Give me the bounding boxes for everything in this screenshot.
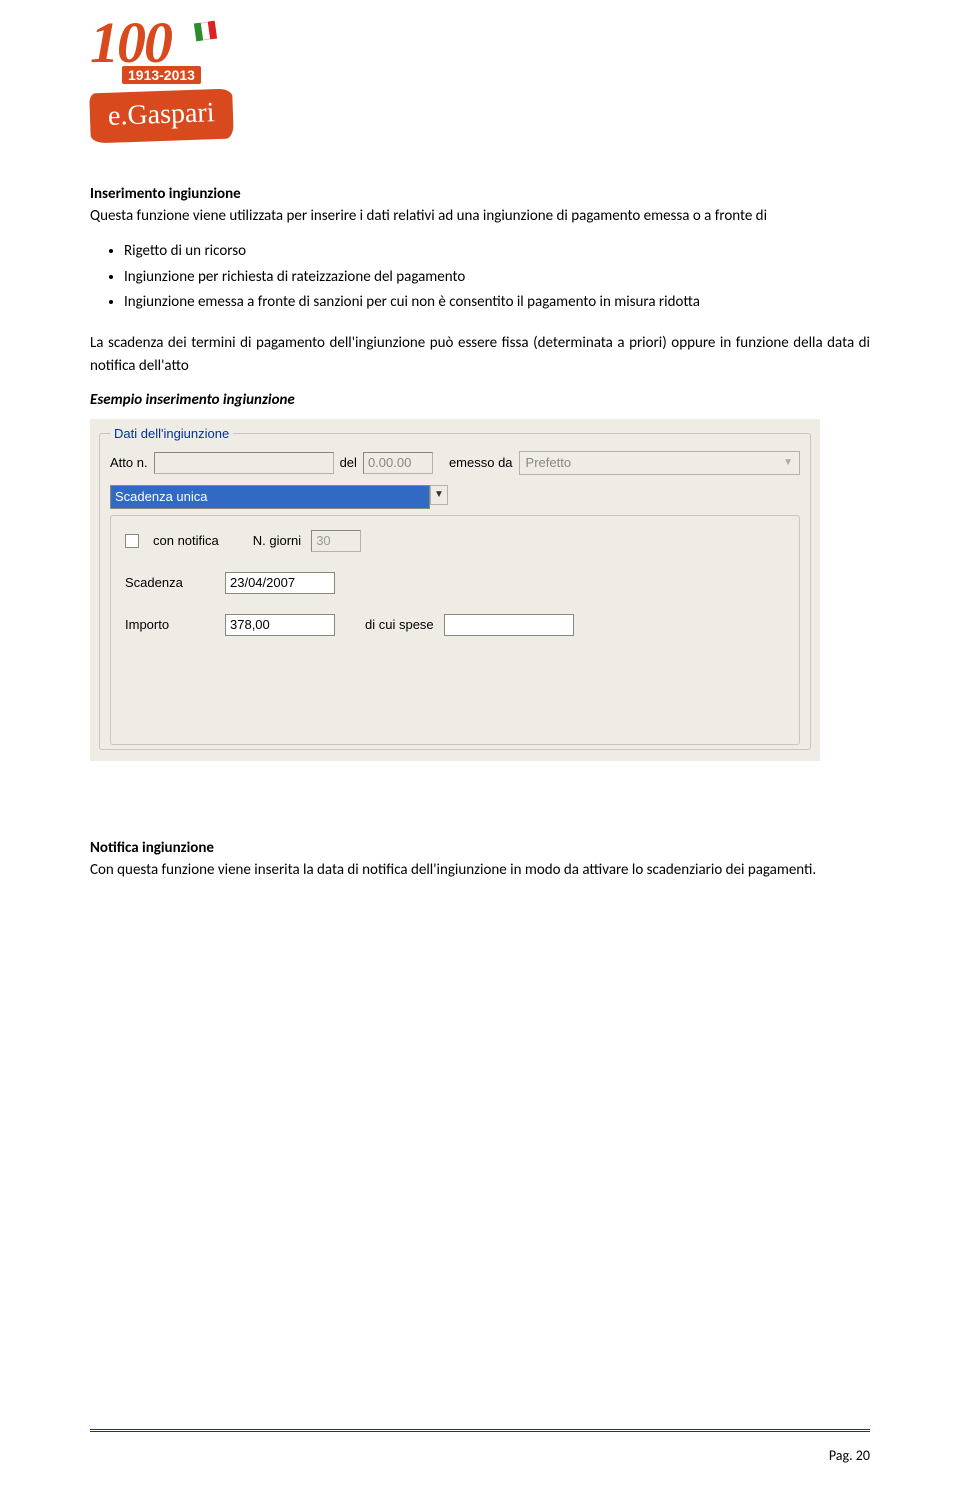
del-input[interactable]: 0.00.00: [363, 452, 433, 474]
con-notifica-label: con notifica: [153, 533, 219, 548]
section-title-inserimento: Inserimento ingiunzione: [90, 185, 870, 203]
fieldset-dati-ingiunzione: Dati dell'ingiunzione Atto n. del 0.00.0…: [99, 426, 811, 750]
logo-years: 1913-2013: [122, 66, 201, 84]
scadenza-input[interactable]: 23/04/2007: [225, 572, 335, 594]
fieldset-legend: Dati dell'ingiunzione: [110, 426, 233, 441]
chevron-down-icon: ▼: [783, 457, 793, 468]
page-number: Pag. 20: [829, 1447, 870, 1464]
emesso-select[interactable]: Prefetto ▼: [519, 451, 800, 475]
atto-input[interactable]: [154, 452, 334, 474]
emesso-value: Prefetto: [526, 455, 572, 470]
footer-divider: [90, 1429, 870, 1432]
importo-input[interactable]: 378,00: [225, 614, 335, 636]
list-item: Ingiunzione per richiesta di rateizzazio…: [124, 266, 870, 289]
section1-p2: La scadenza dei termini di pagamento del…: [90, 332, 870, 379]
example-heading: Esempio inserimento ingiunzione: [90, 391, 870, 409]
flag-icon: [194, 21, 217, 42]
importo-label: Importo: [125, 617, 215, 632]
ngiorni-input[interactable]: 30: [311, 530, 361, 552]
logo-brand: e.Gaspari: [89, 89, 233, 144]
spese-input[interactable]: [444, 614, 574, 636]
list-item: Ingiunzione emessa a fronte di sanzioni …: [124, 291, 870, 314]
del-label: del: [340, 455, 357, 470]
atto-label: Atto n.: [110, 455, 148, 470]
logo-number: 100: [90, 20, 250, 66]
list-item: Rigetto di un ricorso: [124, 240, 870, 263]
ngiorni-label: N. giorni: [253, 533, 301, 548]
section1-p1: Questa funzione viene utilizzata per ins…: [90, 205, 870, 228]
scadenza-type-value: Scadenza unica: [115, 489, 208, 504]
spese-label: di cui spese: [365, 617, 434, 632]
scadenza-type-select[interactable]: Scadenza unica: [110, 485, 430, 509]
bullet-list: Rigetto di un ricorso Ingiunzione per ri…: [124, 240, 870, 314]
chevron-down-icon[interactable]: ▼: [430, 485, 448, 505]
emesso-label: emesso da: [449, 455, 513, 470]
brand-logo: 100 1913-2013 e.Gaspari: [90, 20, 250, 165]
scadenza-panel: con notifica N. giorni 30 Scadenza 23/04…: [110, 515, 800, 745]
con-notifica-checkbox[interactable]: [125, 534, 139, 548]
dialog-dati-ingiunzione: Dati dell'ingiunzione Atto n. del 0.00.0…: [90, 419, 820, 761]
scadenza-label: Scadenza: [125, 575, 215, 590]
section-title-notifica: Notifica ingiunzione: [90, 839, 870, 857]
section2-p1: Con questa funzione viene inserita la da…: [90, 859, 870, 882]
